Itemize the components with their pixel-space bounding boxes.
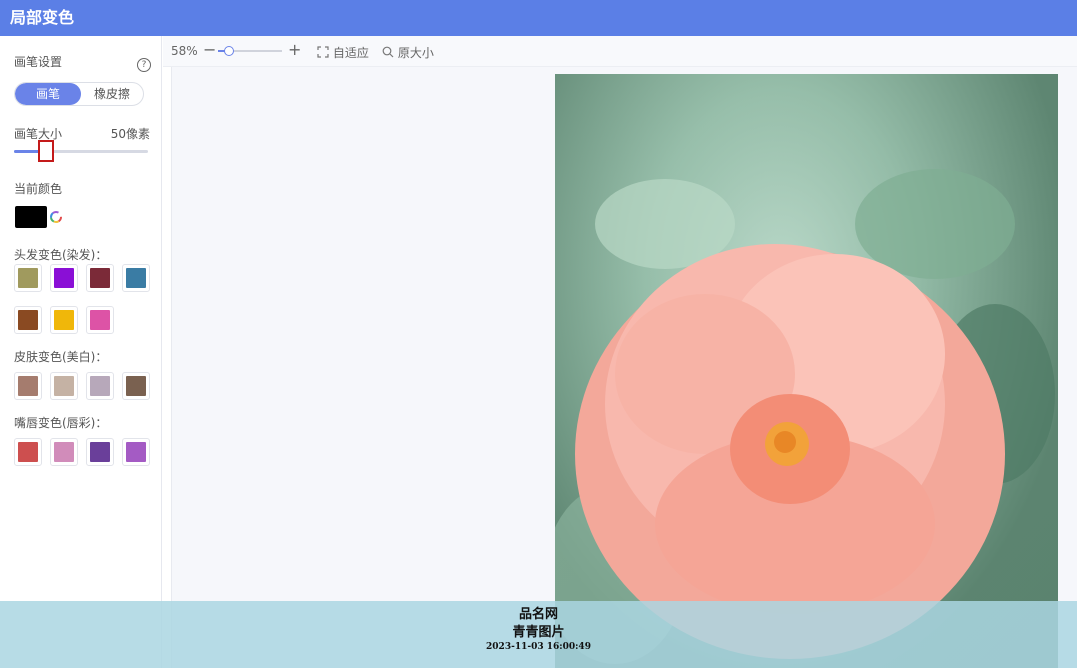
brush-mode-button[interactable]: 画笔	[15, 83, 81, 105]
eraser-mode-button[interactable]: 橡皮擦	[81, 83, 143, 105]
lip-color-swatch-color	[54, 442, 74, 462]
fit-frame-icon	[317, 46, 333, 60]
skin-color-swatch-color	[126, 376, 146, 396]
brush-size-handle[interactable]	[38, 140, 55, 162]
brush-mode-toggle: 画笔 橡皮擦	[14, 82, 144, 106]
hair-color-swatch[interactable]	[50, 306, 78, 334]
watermark-line-2: 青青图片	[512, 625, 565, 640]
plus-icon[interactable]: +	[288, 40, 301, 59]
hair-color-swatch-color	[90, 310, 110, 330]
hair-color-swatch[interactable]	[86, 306, 114, 334]
skin-color-swatch-color	[18, 376, 38, 396]
brush-settings-label: 画笔设置	[14, 55, 63, 69]
edit-photo[interactable]	[555, 74, 1058, 668]
color-wheel-icon[interactable]	[48, 206, 64, 228]
lip-color-swatch[interactable]	[50, 438, 78, 466]
original-size-button[interactable]: 原大小	[382, 44, 434, 61]
zoom-magnifier-icon	[382, 46, 398, 60]
current-color-label: 当前颜色	[14, 182, 63, 196]
hair-color-swatch[interactable]	[14, 264, 42, 292]
hair-color-label: 头发变色(染发)：	[14, 248, 108, 262]
hair-color-swatch[interactable]	[122, 264, 150, 292]
fit-label: 自适应	[332, 46, 369, 60]
lip-color-label: 嘴唇变色(唇彩)：	[14, 416, 108, 430]
lip-color-swatch[interactable]	[14, 438, 42, 466]
app-title: 局部变色	[10, 8, 75, 27]
hair-color-swatch-color	[90, 268, 110, 288]
watermark-line-1: 品名网	[518, 607, 558, 622]
canvas-toolbar: 58% − + 自适应 原大小	[163, 36, 1077, 67]
skin-color-swatch-color	[90, 376, 110, 396]
current-color-swatch[interactable]	[15, 206, 47, 228]
help-icon[interactable]: ?	[137, 58, 151, 72]
watermark-line-3: 2023-11-03 16:00:49	[486, 642, 591, 652]
hair-color-swatch-color	[18, 268, 38, 288]
brush-size-slider[interactable]	[14, 150, 148, 153]
zoom-handle[interactable]	[223, 46, 234, 56]
lip-color-swatch[interactable]	[86, 438, 114, 466]
hair-color-swatch[interactable]	[86, 264, 114, 292]
hair-color-swatch-color	[54, 310, 74, 330]
lip-color-swatch[interactable]	[122, 438, 150, 466]
flower-image	[555, 169, 1055, 664]
hair-color-swatch-color	[54, 268, 74, 288]
zoom-percentage: 58%	[171, 44, 198, 58]
skin-color-swatch[interactable]	[50, 372, 78, 400]
hair-color-swatch[interactable]	[50, 264, 78, 292]
lip-color-swatch-color	[90, 442, 110, 462]
watermark-banner: 品名网 青青图片 2023-11-03 16:00:49	[0, 601, 1077, 668]
skin-color-swatch[interactable]	[122, 372, 150, 400]
fit-button[interactable]: 自适应	[317, 44, 369, 61]
minus-icon[interactable]: −	[203, 40, 216, 59]
hair-color-swatch[interactable]	[14, 306, 42, 334]
skin-color-swatch[interactable]	[14, 372, 42, 400]
skin-color-swatch[interactable]	[86, 372, 114, 400]
original-size-label: 原大小	[397, 46, 434, 60]
lip-color-swatch-color	[18, 442, 38, 462]
skin-color-swatch-color	[54, 376, 74, 396]
lip-color-swatch-color	[126, 442, 146, 462]
hair-color-swatch-color	[18, 310, 38, 330]
hair-color-swatch-color	[126, 268, 146, 288]
skin-color-label: 皮肤变色(美白)：	[14, 350, 108, 364]
brush-size-value: 50像素	[110, 127, 150, 141]
app-title-bar: 局部变色	[0, 0, 1077, 36]
